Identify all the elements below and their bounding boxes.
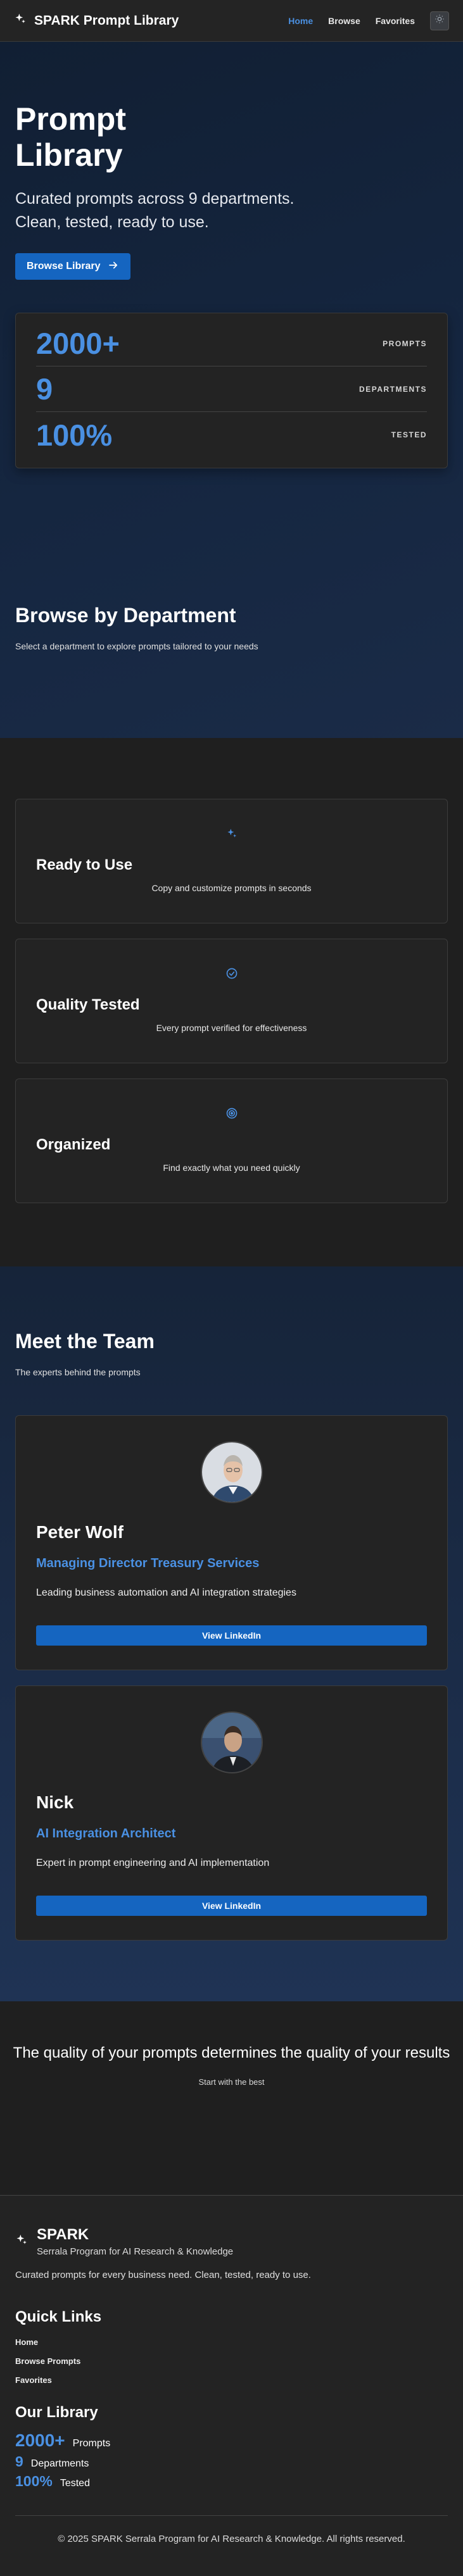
member-name: Peter Wolf: [36, 1522, 124, 1542]
check-circle-icon: [225, 967, 238, 982]
sun-icon: [434, 14, 445, 27]
team-title: Meet the Team: [15, 1330, 155, 1353]
stat-label: TESTED: [391, 430, 427, 439]
hero-title-line1: Prompt: [15, 101, 126, 137]
team-subtitle: The experts behind the prompts: [15, 1367, 141, 1377]
team-member-card: Peter Wolf Managing Director Treasury Se…: [15, 1415, 448, 1670]
quick-links: Home Browse Prompts Favorites: [15, 2337, 448, 2385]
quick-links-title: Quick Links: [15, 2308, 102, 2325]
feature-card-quality: Quality Tested Every prompt verified for…: [15, 939, 448, 1063]
avatar: [200, 1711, 263, 1773]
hero-title: Prompt Library: [15, 101, 448, 173]
arrow-right-icon: [108, 259, 119, 274]
footer-brand: SPARK Serrala Program for AI Research & …: [15, 2226, 448, 2257]
departments-header: Browse by Department Select a department…: [15, 604, 258, 651]
quote-text: The quality of your prompts determines t…: [13, 2044, 450, 2061]
avatar: [200, 1441, 263, 1503]
feature-text: Copy and customize prompts in seconds: [151, 883, 312, 893]
target-icon: [225, 1107, 238, 1122]
quote-section: The quality of your prompts determines t…: [0, 2001, 463, 2195]
member-description: Expert in prompt engineering and AI impl…: [36, 1858, 270, 1868]
library-stat-value: 9: [15, 2453, 23, 2470]
features-section: Ready to Use Copy and customize prompts …: [0, 738, 463, 1266]
library-stat-value: 2000+: [15, 2430, 65, 2450]
stat-value: 100%: [36, 418, 113, 452]
footer-link-favorites[interactable]: Favorites: [15, 2375, 448, 2385]
feature-text: Find exactly what you need quickly: [163, 1163, 300, 1173]
footer-tagline: Serrala Program for AI Research & Knowle…: [37, 2246, 234, 2257]
theme-toggle-button[interactable]: [430, 11, 449, 30]
stat-prompts: 2000+ PROMPTS: [36, 321, 427, 366]
footer-link-browse-prompts[interactable]: Browse Prompts: [15, 2356, 448, 2366]
stats-card: 2000+ PROMPTS 9 DEPARTMENTS 100% TESTED: [15, 313, 448, 468]
hero-subtitle-line2: Clean, tested, ready to use.: [15, 213, 209, 231]
stat-tested: 100% TESTED: [36, 412, 427, 458]
feature-card-ready: Ready to Use Copy and customize prompts …: [15, 799, 448, 923]
sparkles-icon: [15, 2234, 28, 2249]
hero-subtitle-line1: Curated prompts across 9 departments.: [15, 190, 295, 208]
hero-subtitle: Curated prompts across 9 departments. Cl…: [15, 187, 448, 234]
browse-library-button[interactable]: Browse Library: [15, 253, 131, 280]
library-stats: 2000+ Prompts 9 Departments 100% Tested: [15, 2430, 448, 2490]
nav-link-browse[interactable]: Browse: [328, 16, 360, 26]
library-stat-value: 100%: [15, 2473, 53, 2489]
footer: SPARK Serrala Program for AI Research & …: [0, 2195, 463, 2576]
feature-text: Every prompt verified for effectiveness: [156, 1023, 307, 1033]
member-name: Nick: [36, 1792, 74, 1812]
footer-link-home[interactable]: Home: [15, 2337, 448, 2347]
stat-label: PROMPTS: [383, 339, 427, 348]
brand[interactable]: SPARK Prompt Library: [14, 13, 179, 28]
departments-title: Browse by Department: [15, 604, 236, 627]
feature-title: Organized: [36, 1136, 111, 1153]
library-title: Our Library: [15, 2404, 98, 2421]
library-stat: 100% Tested: [15, 2473, 448, 2490]
view-linkedin-button[interactable]: View LinkedIn: [36, 1625, 427, 1646]
feature-card-organized: Organized Find exactly what you need qui…: [15, 1079, 448, 1203]
stat-value: 9: [36, 372, 53, 406]
footer-description: Curated prompts for every business need.…: [15, 2270, 311, 2280]
library-stat: 9 Departments: [15, 2453, 448, 2470]
team-member-card: Nick AI Integration Architect Expert in …: [15, 1685, 448, 1941]
library-stat-label: Tested: [60, 2478, 90, 2489]
footer-brand-name: SPARK: [37, 2226, 89, 2243]
library-stat-label: Prompts: [72, 2438, 111, 2449]
member-role: AI Integration Architect: [36, 1827, 176, 1841]
departments-subtitle: Select a department to explore prompts t…: [15, 641, 258, 651]
view-linkedin-button[interactable]: View LinkedIn: [36, 1896, 427, 1916]
feature-title: Quality Tested: [36, 996, 140, 1013]
stat-label: DEPARTMENTS: [359, 384, 427, 394]
nav-link-home[interactable]: Home: [288, 16, 313, 26]
stat-departments: 9 DEPARTMENTS: [36, 366, 427, 412]
browse-library-label: Browse Library: [27, 261, 101, 272]
sparkles-icon: [14, 13, 27, 28]
hero-title-line2: Library: [15, 137, 123, 173]
brand-name: SPARK Prompt Library: [34, 13, 179, 28]
sparkles-icon: [225, 827, 238, 842]
team-section: Meet the Team The experts behind the pro…: [0, 1266, 463, 2001]
quote-sub: Start with the best: [198, 2077, 265, 2087]
library-stat: 2000+ Prompts: [15, 2430, 448, 2451]
hero-section: Prompt Library Curated prompts across 9 …: [0, 42, 463, 738]
member-description: Leading business automation and AI integ…: [36, 1587, 296, 1598]
copyright: © 2025 SPARK Serrala Program for AI Rese…: [15, 2515, 448, 2544]
feature-title: Ready to Use: [36, 856, 133, 873]
library-stat-label: Departments: [30, 2458, 89, 2469]
nav-link-favorites[interactable]: Favorites: [376, 16, 415, 26]
top-nav: SPARK Prompt Library Home Browse Favorit…: [0, 0, 463, 42]
stat-value: 2000+: [36, 327, 120, 360]
member-role: Managing Director Treasury Services: [36, 1556, 260, 1570]
nav-links: Home Browse Favorites: [288, 11, 449, 30]
